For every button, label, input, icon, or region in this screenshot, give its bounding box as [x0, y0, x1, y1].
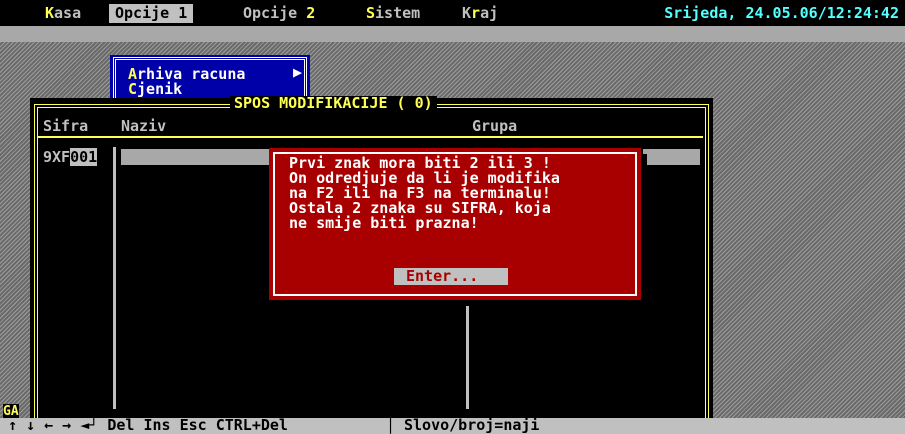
menu-hotkey: 2 [306, 4, 316, 22]
menu-label: K [462, 4, 472, 22]
column-header-naziv[interactable]: Naziv [121, 118, 166, 134]
submenu-arrow-icon: ▶ [292, 63, 302, 81]
enter-button[interactable]: Enter... [394, 268, 508, 285]
sifra-input[interactable]: 001 [70, 148, 98, 166]
column-divider [466, 300, 469, 409]
menu-label: Opcije [243, 4, 307, 22]
sifra-field[interactable]: 9XF001 [43, 148, 98, 166]
date-time-display: Srijeda, 24.05.06/12:24:42 [664, 4, 899, 22]
table-row-selection[interactable] [121, 149, 271, 165]
side-label: GA [3, 404, 19, 419]
menu-kraj[interactable]: Kraj [456, 4, 504, 23]
header-separator [38, 136, 703, 138]
menu-opcije-2[interactable]: Opcije 2 [237, 4, 321, 23]
table-row-selection[interactable] [643, 149, 700, 165]
menu-hotkey: S [366, 4, 376, 22]
sifra-prefix: 9XF [43, 148, 71, 166]
submenu-opcije-1: Arhiva racuna ▶ Cjenik [110, 55, 310, 99]
menu-sistem[interactable]: Sistem [360, 4, 426, 23]
menu-opcije-1[interactable]: Opcije 1 [109, 4, 194, 23]
menu-hotkey: K [45, 4, 55, 22]
submenu-item-label: jenik [137, 80, 183, 98]
error-dialog: Prvi znak mora biti 2 ili 3 ! On odredju… [269, 148, 641, 300]
menu-kasa[interactable]: Kasa [39, 4, 87, 23]
menu-bar: Kasa Opcije 1 Opcije 2 Sistem Kraj Srije… [0, 0, 905, 26]
menu-label: istem [375, 4, 421, 22]
menu-divider-strip [0, 26, 905, 42]
status-bar: ↑ ↓ ← → ◄┘ Del Ins Esc CTRL+Del │ Slovo/… [0, 418, 905, 434]
column-divider [113, 147, 116, 409]
window-title: SPOS MODIFIKACIJE ( 0) [230, 96, 437, 111]
column-header-grupa[interactable]: Grupa [472, 118, 517, 134]
menu-label: Opcije [115, 4, 179, 22]
menu-label: aj [480, 4, 499, 22]
dialog-message: Prvi znak mora biti 2 ili 3 ! On odredju… [289, 154, 560, 232]
submenu-item-cjenik[interactable]: Cjenik [128, 82, 182, 97]
menu-hotkey: 1 [178, 4, 188, 22]
key-hints: ↑ ↓ ← → ◄┘ Del Ins Esc CTRL+Del [8, 418, 288, 434]
menu-hotkey: r [471, 4, 481, 22]
menu-hotkey: C [128, 80, 138, 98]
status-hint: Slovo/broj=naji [404, 418, 540, 434]
menu-label: asa [54, 4, 82, 22]
status-divider: │ [386, 418, 396, 434]
column-header-sifra[interactable]: Sifra [43, 118, 88, 134]
